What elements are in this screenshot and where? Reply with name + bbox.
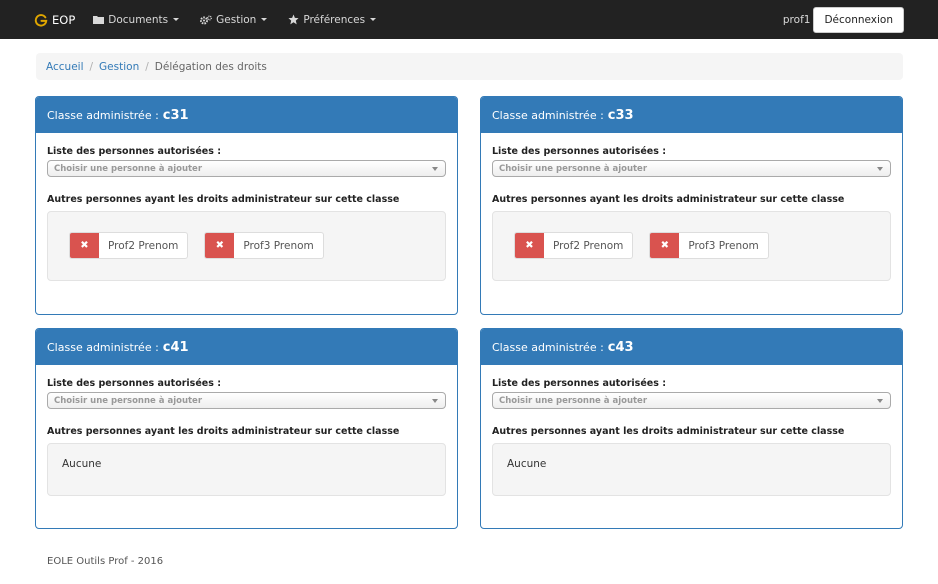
close-icon: ✖ <box>80 240 89 251</box>
person-name: Prof2 Prenom <box>553 239 624 252</box>
select-placeholder: Choisir une personne à ajouter <box>54 395 203 406</box>
remove-person-button[interactable]: ✖ <box>205 233 235 258</box>
remove-person-button[interactable]: ✖ <box>70 233 99 258</box>
others-label: Autres personnes ayant les droits admini… <box>492 426 845 437</box>
persons-well: ✖ Prof2 Prenom ✖ Prof3 Prenom <box>47 211 446 281</box>
classe-name: c41 <box>162 339 189 355</box>
person-select[interactable]: Choisir une personne à ajouter <box>47 160 446 177</box>
panel-heading-prefix: Classe administrée : <box>492 108 604 122</box>
person-select[interactable]: Choisir une personne à ajouter <box>47 392 446 409</box>
panel-classe-c33: Classe administrée : c33 Liste des perso… <box>480 96 903 315</box>
list-label: Liste des personnes autorisées : <box>47 378 221 389</box>
chevron-down-icon <box>261 18 268 21</box>
chevron-down-icon <box>432 167 438 171</box>
chevron-down-icon <box>877 167 883 171</box>
nav-user-area: prof1 Déconnexion <box>783 0 904 39</box>
person-tag: ✖ Prof2 Prenom <box>69 232 189 259</box>
list-label: Liste des personnes autorisées : <box>47 146 221 157</box>
close-icon: ✖ <box>215 240 225 251</box>
classe-name: c31 <box>162 107 189 123</box>
nav-preferences[interactable]: Préférences <box>288 13 377 26</box>
panel-heading: Classe administrée : c41 <box>36 329 457 365</box>
nav-preferences-label: Préférences <box>303 13 366 26</box>
nav-gestion[interactable]: Gestion <box>200 13 268 26</box>
chevron-down-icon <box>877 399 883 403</box>
select-placeholder: Choisir une personne à ajouter <box>499 395 648 406</box>
panel-heading: Classe administrée : c43 <box>481 329 902 365</box>
person-name: Prof3 Prenom <box>688 239 759 252</box>
nav-menu: Documents Gestion Préférences <box>93 14 397 26</box>
classe-name: c43 <box>607 339 634 355</box>
empty-text: Aucune <box>507 458 547 470</box>
person-name: Prof2 Prenom <box>108 239 179 252</box>
select-placeholder: Choisir une personne à ajouter <box>499 163 648 174</box>
panel-classe-c31: Classe administrée : c31 Liste des perso… <box>35 96 458 315</box>
breadcrumb-separator: / <box>145 60 149 73</box>
panel-heading: Classe administrée : c31 <box>36 97 457 133</box>
nav-documents-label: Documents <box>108 13 169 26</box>
person-select[interactable]: Choisir une personne à ajouter <box>492 160 891 177</box>
panel-heading-prefix: Classe administrée : <box>47 340 159 354</box>
panel-classe-c41: Classe administrée : c41 Liste des perso… <box>35 328 458 529</box>
persons-well: Aucune <box>492 443 891 496</box>
panel-heading-prefix: Classe administrée : <box>47 108 159 122</box>
list-label: Liste des personnes autorisées : <box>492 378 666 389</box>
folder-icon <box>93 16 105 24</box>
panel-body: Liste des personnes autorisées : Choisir… <box>481 365 902 496</box>
person-select[interactable]: Choisir une personne à ajouter <box>492 392 891 409</box>
nav-documents[interactable]: Documents <box>93 13 180 26</box>
breadcrumb-current: Délégation des droits <box>154 60 267 73</box>
chevron-down-icon <box>432 399 438 403</box>
logout-button[interactable]: Déconnexion <box>813 6 904 33</box>
breadcrumb: Accueil / Gestion / Délégation des droit… <box>36 53 903 80</box>
others-label: Autres personnes ayant les droits admini… <box>47 194 400 205</box>
others-label: Autres personnes ayant les droits admini… <box>47 426 400 437</box>
person-tag: ✖ Prof2 Prenom <box>514 232 634 259</box>
nav-gestion-label: Gestion <box>216 13 257 26</box>
footer: EOLE Outils Prof - 2016 <box>47 556 164 567</box>
chevron-down-icon <box>370 18 377 21</box>
gears-icon <box>200 15 213 24</box>
list-label: Liste des personnes autorisées : <box>492 146 666 157</box>
select-placeholder: Choisir une personne à ajouter <box>54 163 203 174</box>
persons-well: Aucune <box>47 443 446 496</box>
person-tag: ✖ Prof3 Prenom <box>204 232 324 259</box>
others-label: Autres personnes ayant les droits admini… <box>492 194 845 205</box>
navbar: EOP Documents Gestion Préférences prof1 … <box>0 0 938 39</box>
star-icon <box>288 14 299 25</box>
remove-person-button[interactable]: ✖ <box>515 233 544 258</box>
breadcrumb-gestion[interactable]: Gestion <box>99 61 139 73</box>
person-tag: ✖ Prof3 Prenom <box>649 232 769 259</box>
user-name: prof1 <box>782 13 811 26</box>
classe-name: c33 <box>607 107 634 123</box>
panel-heading: Classe administrée : c33 <box>481 97 902 133</box>
panel-classe-c43: Classe administrée : c43 Liste des perso… <box>480 328 903 529</box>
brand-name: EOP <box>52 12 76 27</box>
remove-person-button[interactable]: ✖ <box>650 233 680 258</box>
panel-body: Liste des personnes autorisées : Choisir… <box>36 365 457 496</box>
close-icon: ✖ <box>660 240 670 251</box>
panel-body: Liste des personnes autorisées : Choisir… <box>36 133 457 281</box>
person-name: Prof3 Prenom <box>243 239 314 252</box>
eop-logo-icon <box>34 13 48 27</box>
close-icon: ✖ <box>525 240 534 251</box>
panel-heading-prefix: Classe administrée : <box>492 340 604 354</box>
chevron-down-icon <box>173 18 180 21</box>
brand-link[interactable]: EOP <box>34 13 75 27</box>
breadcrumb-separator: / <box>89 60 94 73</box>
breadcrumb-accueil[interactable]: Accueil <box>46 61 84 73</box>
empty-text: Aucune <box>62 458 102 470</box>
persons-well: ✖ Prof2 Prenom ✖ Prof3 Prenom <box>492 211 891 281</box>
panel-body: Liste des personnes autorisées : Choisir… <box>481 133 902 281</box>
